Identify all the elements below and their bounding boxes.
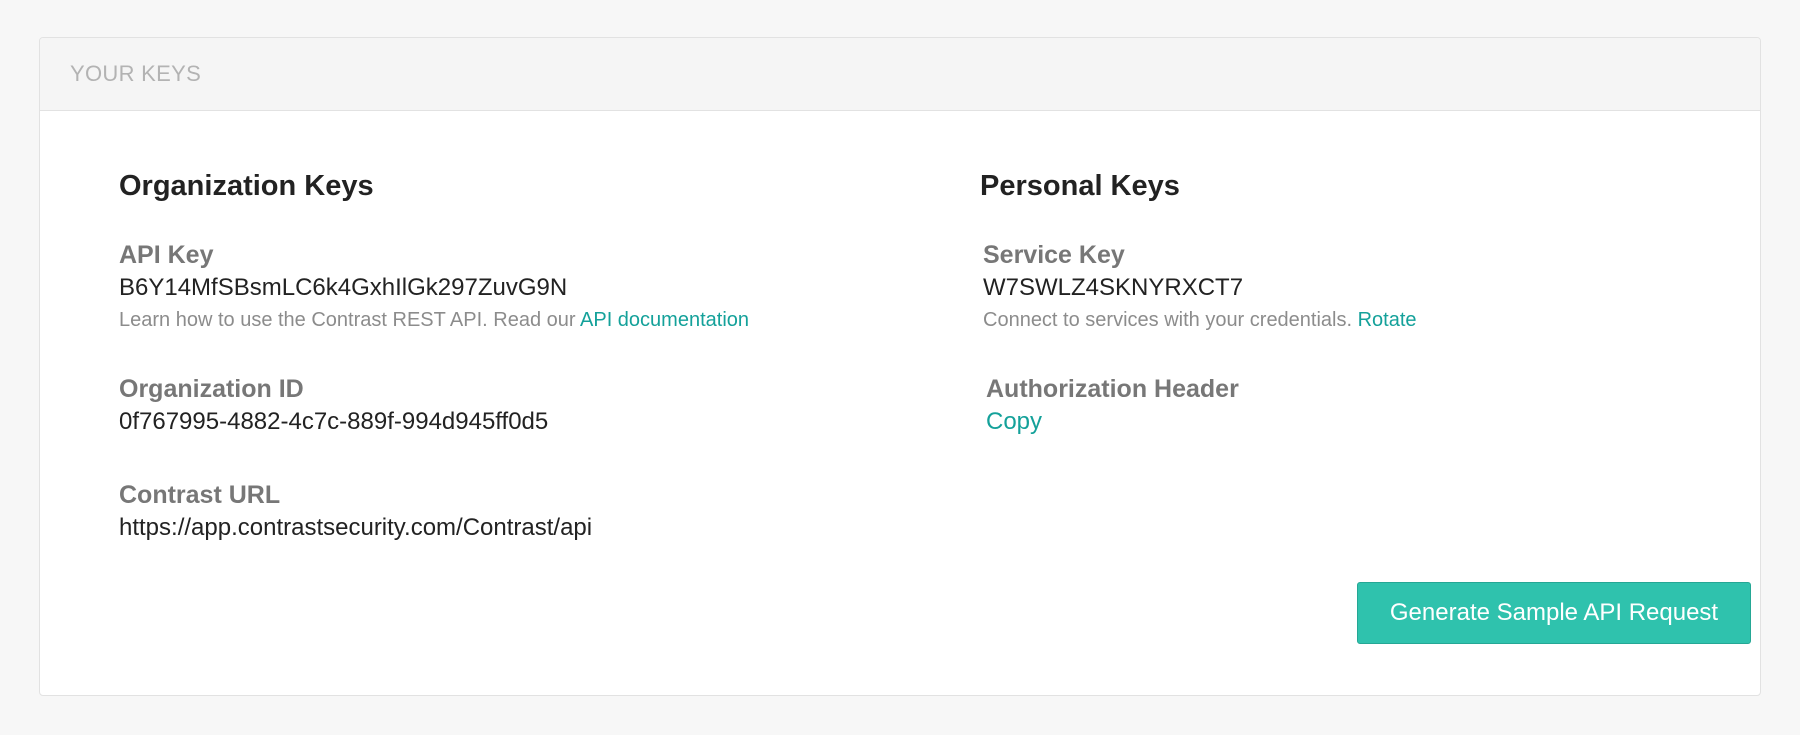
organization-id-value: 0f767995-4882-4c7c-889f-994d945ff0d5 — [119, 408, 549, 435]
contrast-url-value: https://app.contrastsecurity.com/Contras… — [119, 514, 593, 541]
rotate-link[interactable]: Rotate — [1358, 309, 1417, 331]
authorization-header-field: Authorization Header Copy — [986, 374, 1239, 437]
service-key-field: Service Key W7SWLZ4SKNYRXCT7 Connect to … — [983, 240, 1417, 333]
your-keys-panel: YOUR KEYS Organization Keys API Key B6Y1… — [39, 37, 1761, 696]
service-key-label: Service Key — [983, 241, 1125, 269]
personal-keys-title-wrap: Personal Keys — [980, 169, 1180, 204]
api-key-value: B6Y14MfSBsmLC6k4GxhIlGk297ZuvG9N — [119, 274, 568, 301]
generate-sample-api-request-button[interactable]: Generate Sample API Request — [1357, 582, 1751, 644]
panel-header: YOUR KEYS — [40, 38, 1760, 111]
api-documentation-link[interactable]: API documentation — [580, 309, 749, 331]
service-key-value: W7SWLZ4SKNYRXCT7 — [983, 274, 1244, 301]
contrast-url-field: Contrast URL https://app.contrastsecurit… — [119, 480, 592, 543]
api-key-field: API Key B6Y14MfSBsmLC6k4GxhIlGk297ZuvG9N… — [119, 240, 749, 333]
organization-id-label: Organization ID — [119, 375, 304, 403]
organization-keys-title: Organization Keys — [119, 170, 374, 202]
service-key-help-text: Connect to services with your credential… — [983, 309, 1358, 332]
contrast-url-label: Contrast URL — [119, 481, 281, 509]
personal-keys-title: Personal Keys — [980, 170, 1180, 202]
panel-title: YOUR KEYS — [70, 61, 202, 86]
api-key-label: API Key — [119, 241, 214, 269]
organization-keys-title-wrap: Organization Keys — [119, 169, 374, 204]
api-key-help: Learn how to use the Contrast REST API. … — [119, 307, 749, 333]
copy-authorization-header-link[interactable]: Copy — [986, 406, 1239, 437]
organization-id-field: Organization ID 0f767995-4882-4c7c-889f-… — [119, 374, 548, 437]
authorization-header-label: Authorization Header — [986, 375, 1239, 403]
api-key-help-text: Learn how to use the Contrast REST API. … — [119, 309, 581, 332]
service-key-help: Connect to services with your credential… — [983, 307, 1417, 333]
